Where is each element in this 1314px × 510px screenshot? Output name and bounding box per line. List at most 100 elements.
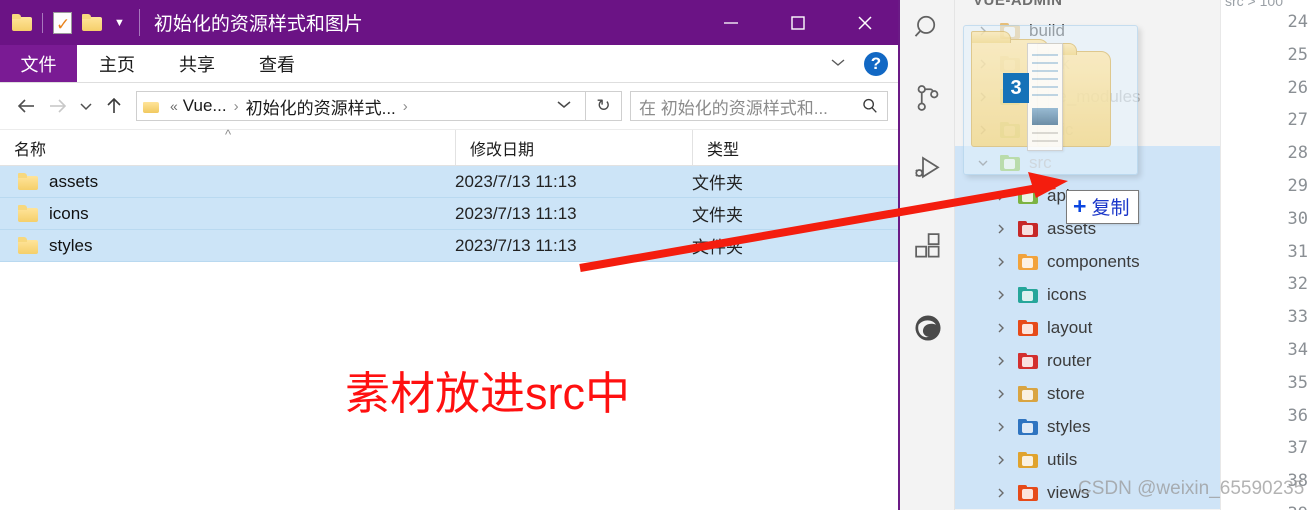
address-chevron-down-icon[interactable] — [549, 97, 579, 115]
chevron-right-icon[interactable] — [977, 58, 989, 70]
chevron-right-icon[interactable] — [995, 388, 1007, 400]
table-row[interactable]: styles 2023/7/13 11:13 文件夹 — [0, 230, 898, 262]
recent-locations-chevron-down-icon[interactable] — [74, 89, 98, 123]
minimize-icon[interactable] — [697, 0, 764, 45]
tree-item-icons[interactable]: icons — [955, 278, 1220, 311]
search-icon[interactable] — [861, 97, 879, 115]
file-explorer-window: ✓ ▼ 初始化的资源样式和图片 文件 主页 共享 查看 ? « Vue... ›… — [0, 0, 900, 510]
window-title: 初始化的资源样式和图片 — [138, 9, 363, 36]
column-header-date[interactable]: 修改日期 — [455, 130, 692, 165]
folder-src-icon — [999, 152, 1021, 174]
chevron-right-icon[interactable] — [995, 289, 1007, 301]
window-controls[interactable] — [697, 0, 898, 45]
tree-item-router[interactable]: router — [955, 344, 1220, 377]
search-icon[interactable] — [910, 10, 946, 46]
line-number: 33 — [1287, 307, 1308, 328]
expand-ribbon-chevron-down-icon[interactable] — [828, 55, 848, 73]
edge-icon[interactable] — [910, 310, 946, 346]
chevron-right-icon[interactable] — [995, 256, 1007, 268]
file-name-cell[interactable]: styles — [0, 236, 455, 256]
breadcrumb-item-vue[interactable]: Vue... — [183, 96, 227, 116]
back-button[interactable] — [10, 89, 42, 123]
title-bar: ✓ ▼ 初始化的资源样式和图片 — [0, 0, 898, 45]
tree-item-src[interactable]: src — [955, 146, 1220, 179]
column-header-type[interactable]: 类型 — [692, 130, 898, 165]
folder-styles-icon — [1017, 416, 1039, 438]
chevron-down-icon[interactable] — [977, 157, 989, 169]
chevron-right-icon[interactable] — [995, 190, 1007, 202]
copy-action-tooltip: + 复制 — [1066, 190, 1140, 224]
chevron-right-icon[interactable] — [977, 124, 989, 136]
tree-item-store[interactable]: store — [955, 377, 1220, 410]
quick-access-toolbar[interactable]: ✓ ▼ — [0, 11, 125, 34]
ribbon-tab-bar[interactable]: 文件 主页 共享 查看 ? — [0, 45, 898, 83]
vscode-file-tree[interactable]: build mock node_modules public src api assets c… — [955, 14, 1220, 509]
watermark: CSDN @weixin_65590235 — [1078, 478, 1305, 499]
folder-components-icon — [1017, 251, 1039, 273]
forward-button[interactable] — [42, 89, 74, 123]
line-number: 36 — [1287, 405, 1308, 426]
tree-item-utils[interactable]: utils — [955, 443, 1220, 476]
tree-item-node_modules[interactable]: node_modules — [955, 80, 1220, 113]
tree-item-label: styles — [1047, 417, 1091, 436]
help-button[interactable]: ? — [864, 52, 888, 76]
maximize-icon[interactable] — [764, 0, 831, 45]
properties-icon[interactable]: ✓ — [53, 11, 72, 34]
column-headers[interactable]: ^ 名称 修改日期 类型 — [0, 127, 898, 166]
folder-icon — [18, 237, 38, 254]
table-row[interactable]: icons 2023/7/13 11:13 文件夹 — [0, 198, 898, 230]
chevron-right-icon[interactable] — [977, 25, 989, 37]
chevron-right-icon[interactable] — [995, 421, 1007, 433]
file-name-cell[interactable]: icons — [0, 204, 455, 224]
folder-store-icon — [1017, 383, 1039, 405]
file-name-cell[interactable]: assets — [0, 172, 455, 192]
editor-line-numbers: 2425262728293031323334353637383940 — [1238, 6, 1308, 510]
tree-item-layout[interactable]: layout — [955, 311, 1220, 344]
chevron-right-icon[interactable] — [977, 91, 989, 103]
file-list[interactable]: assets 2023/7/13 11:13 文件夹 icons 2023/7/13 1… — [0, 166, 898, 262]
file-type-cell: 文件夹 — [692, 238, 743, 257]
tree-item-label: node_modules — [1029, 87, 1141, 106]
folder-icons-icon — [1017, 284, 1039, 306]
tab-view[interactable]: 查看 — [237, 45, 317, 82]
up-button[interactable] — [98, 89, 130, 123]
source-control-icon[interactable] — [910, 80, 946, 116]
extensions-icon[interactable] — [910, 228, 946, 264]
chevron-right-icon[interactable] — [995, 355, 1007, 367]
table-row[interactable]: assets 2023/7/13 11:13 文件夹 — [0, 166, 898, 198]
refresh-button[interactable]: ↻ — [586, 91, 622, 121]
address-bar[interactable]: « Vue... › 初始化的资源样式... › — [136, 91, 586, 121]
run-debug-icon[interactable] — [910, 150, 946, 186]
tree-item-build[interactable]: build — [955, 14, 1220, 47]
new-folder-icon[interactable] — [82, 14, 102, 31]
chevron-right-icon[interactable] — [995, 487, 1007, 499]
tab-share[interactable]: 共享 — [157, 45, 237, 82]
customize-caret-icon[interactable]: ▼ — [114, 17, 125, 29]
copy-action-label: 复制 — [1091, 198, 1130, 219]
search-input[interactable]: 在 初始化的资源样式和... — [639, 94, 861, 119]
folder-build-icon — [999, 20, 1021, 42]
chevron-right-icon[interactable] — [995, 454, 1007, 466]
breadcrumb-item-current[interactable]: 初始化的资源样式... — [246, 94, 396, 119]
tree-item-components[interactable]: components — [955, 245, 1220, 278]
file-date-cell: 2023/7/13 11:13 — [455, 235, 577, 255]
toolbar-separator — [42, 12, 43, 33]
search-box[interactable]: 在 初始化的资源样式和... — [630, 91, 888, 121]
tree-item-public[interactable]: public — [955, 113, 1220, 146]
address-overflow-chevrons[interactable]: « — [170, 98, 178, 114]
folder-icon — [18, 205, 38, 222]
tree-item-label: mock — [1029, 54, 1070, 73]
line-number: 24 — [1287, 12, 1308, 32]
tree-item-label: build — [1029, 21, 1065, 40]
tab-home[interactable]: 主页 — [77, 45, 157, 82]
close-icon[interactable] — [831, 0, 898, 45]
file-type-cell: 文件夹 — [692, 174, 743, 193]
tree-item-mock[interactable]: mock — [955, 47, 1220, 80]
tree-item-styles[interactable]: styles — [955, 410, 1220, 443]
chevron-right-icon[interactable] — [995, 223, 1007, 235]
breadcrumb-separator: › — [233, 97, 239, 115]
chevron-right-icon[interactable] — [995, 322, 1007, 334]
folder-icon[interactable] — [12, 14, 32, 31]
folder-node-icon — [999, 86, 1021, 108]
tab-file[interactable]: 文件 — [0, 45, 77, 82]
